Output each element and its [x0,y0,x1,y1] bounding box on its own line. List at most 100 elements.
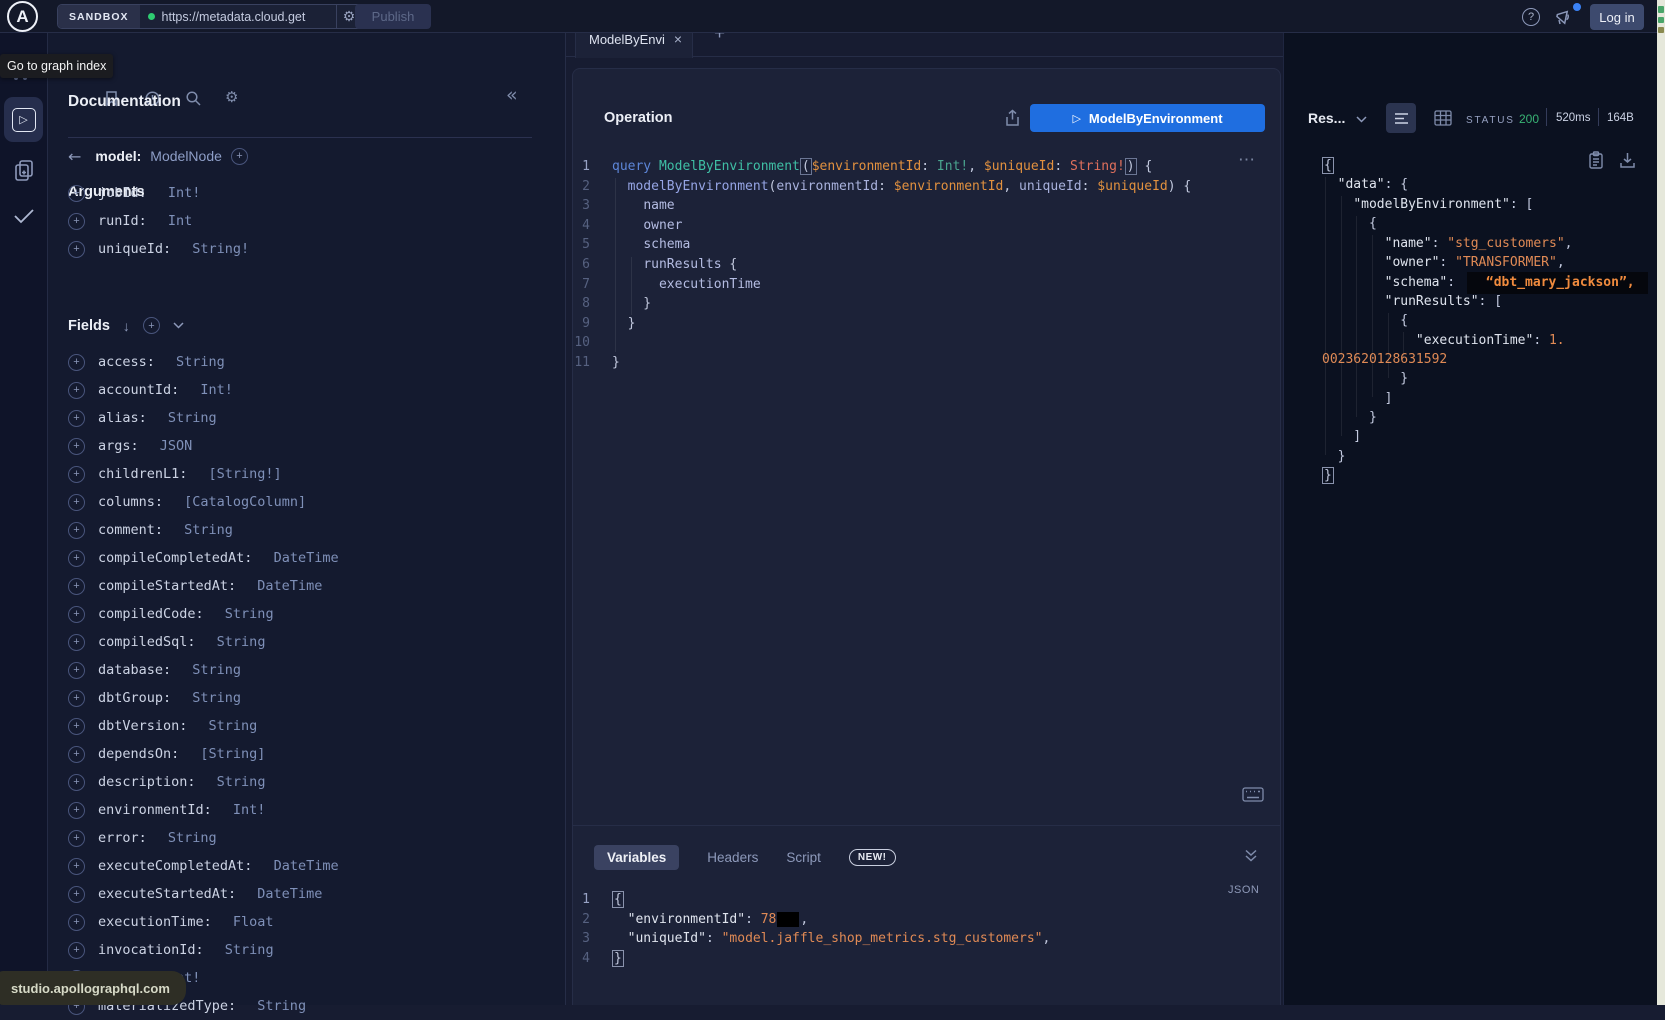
field-name[interactable]: database: [98,662,171,678]
field-name[interactable]: access: [98,354,155,370]
add-field-button[interactable]: + [68,213,85,230]
add-field-button[interactable]: + [68,410,85,427]
run-operation-button[interactable]: ▷ ModelByEnvironment [1030,104,1265,132]
add-field-button[interactable]: + [68,354,85,371]
sort-fields-icon[interactable]: ↓ [123,318,130,334]
field-name[interactable]: executeStartedAt: [98,886,236,902]
field-type[interactable]: String [184,662,241,678]
tab-variables[interactable]: Variables [594,845,679,870]
tab-headers[interactable]: Headers [707,850,758,865]
help-button[interactable]: ? [1522,8,1540,26]
endpoint-url-input[interactable]: https://metadata.cloud.get [140,5,336,28]
field-name[interactable]: description: [98,774,196,790]
response-title-chevron[interactable] [1356,116,1367,123]
browser-scrollbar[interactable] [1657,0,1665,1005]
field-name[interactable]: comment: [98,522,163,538]
response-title[interactable]: Res... [1308,110,1345,126]
field-type[interactable]: String [168,354,225,370]
add-field-button[interactable]: + [68,858,85,875]
doc-type-link[interactable]: ModelNode [150,148,222,164]
field-name[interactable]: columns: [98,494,163,510]
add-field-button[interactable]: + [68,606,85,623]
add-field-button[interactable]: + [68,382,85,399]
response-table-view-toggle[interactable] [1434,110,1452,126]
field-type[interactable]: String [200,718,257,734]
add-fields-button[interactable]: + [143,317,160,334]
field-name[interactable]: uniqueId: [98,241,171,257]
field-name[interactable]: dbtVersion: [98,718,187,734]
add-field-button[interactable]: + [68,662,85,679]
variables-editor[interactable]: { "environmentId": 78, "uniqueId": "mode… [612,890,1050,968]
login-button[interactable]: Log in [1590,4,1644,30]
field-type[interactable]: String! [184,241,249,257]
add-field-button[interactable]: + [68,466,85,483]
field-name[interactable]: runId: [98,213,147,229]
add-field-button[interactable]: + [68,185,85,202]
field-name[interactable]: dependsOn: [98,746,179,762]
field-type[interactable]: DateTime [249,886,322,902]
add-field-button[interactable]: + [68,746,85,763]
search-button[interactable] [185,90,202,107]
field-name[interactable]: executionTime: [98,914,212,930]
response-raw-view-toggle[interactable] [1386,103,1416,133]
add-field-button[interactable]: + [68,830,85,847]
field-name[interactable]: executeCompletedAt: [98,858,252,874]
field-type[interactable]: DateTime [249,578,322,594]
field-name[interactable]: accountId: [98,382,179,398]
collapse-variables-button[interactable] [1244,849,1258,862]
field-type[interactable]: [String!] [200,466,281,482]
field-name[interactable]: dbtGroup: [98,690,171,706]
field-type[interactable]: Int! [225,802,266,818]
apollo-logo[interactable]: A [7,1,38,32]
field-type[interactable]: Int! [192,382,233,398]
add-field-button[interactable]: + [68,690,85,707]
keyboard-shortcuts-button[interactable] [1242,787,1264,802]
field-name[interactable]: compileStartedAt: [98,578,236,594]
add-field-button[interactable]: + [68,550,85,567]
explorer-settings-button[interactable]: ⚙ [225,88,238,106]
nav-checks[interactable] [11,205,37,227]
field-name[interactable]: alias: [98,410,147,426]
add-field-button[interactable]: + [68,886,85,903]
add-field-button[interactable]: + [68,802,85,819]
field-type[interactable]: String [249,998,306,1014]
field-type[interactable]: Int [160,213,193,229]
share-operation-button[interactable] [1004,109,1021,127]
field-name[interactable]: environmentId: [98,802,212,818]
field-type[interactable]: JSON [152,438,193,454]
operation-editor[interactable]: query ModelByEnvironment($environmentId:… [612,157,1191,373]
field-type[interactable]: String [184,690,241,706]
field-type[interactable]: String [160,830,217,846]
field-type[interactable]: String [217,942,274,958]
tab-script[interactable]: Script [786,850,821,865]
add-field-button[interactable]: + [68,634,85,651]
add-field-button[interactable]: + [68,578,85,595]
field-type[interactable]: String [217,606,274,622]
add-field-button[interactable]: + [68,774,85,791]
field-type[interactable]: String [160,410,217,426]
close-tab-icon[interactable]: × [674,31,682,47]
field-name[interactable]: compiledSql: [98,634,196,650]
field-type[interactable]: [String] [192,746,265,762]
field-name[interactable]: childrenL1: [98,466,187,482]
field-type[interactable]: Float [225,914,274,930]
nav-explorer-active[interactable]: ▷ [4,97,43,142]
field-type[interactable]: DateTime [265,858,338,874]
add-field-button[interactable]: + [68,718,85,735]
field-type[interactable]: DateTime [265,550,338,566]
field-name[interactable]: compileCompletedAt: [98,550,252,566]
collapse-panel-button[interactable]: « [506,84,518,106]
add-field-button[interactable]: + [68,438,85,455]
field-type[interactable]: Int! [160,185,201,201]
announcements-button[interactable] [1554,7,1574,27]
add-field-button[interactable]: + [68,494,85,511]
add-all-fields-button[interactable]: + [231,148,248,165]
add-field-button[interactable]: + [68,522,85,539]
chevron-down-icon[interactable] [173,322,184,329]
add-field-button[interactable]: + [68,241,85,258]
field-type[interactable]: [CatalogColumn] [176,494,306,510]
field-name[interactable]: invocationId: [98,942,204,958]
publish-button[interactable]: Publish [355,4,431,29]
field-name[interactable]: compiledCode: [98,606,204,622]
field-name[interactable]: args: [98,438,139,454]
